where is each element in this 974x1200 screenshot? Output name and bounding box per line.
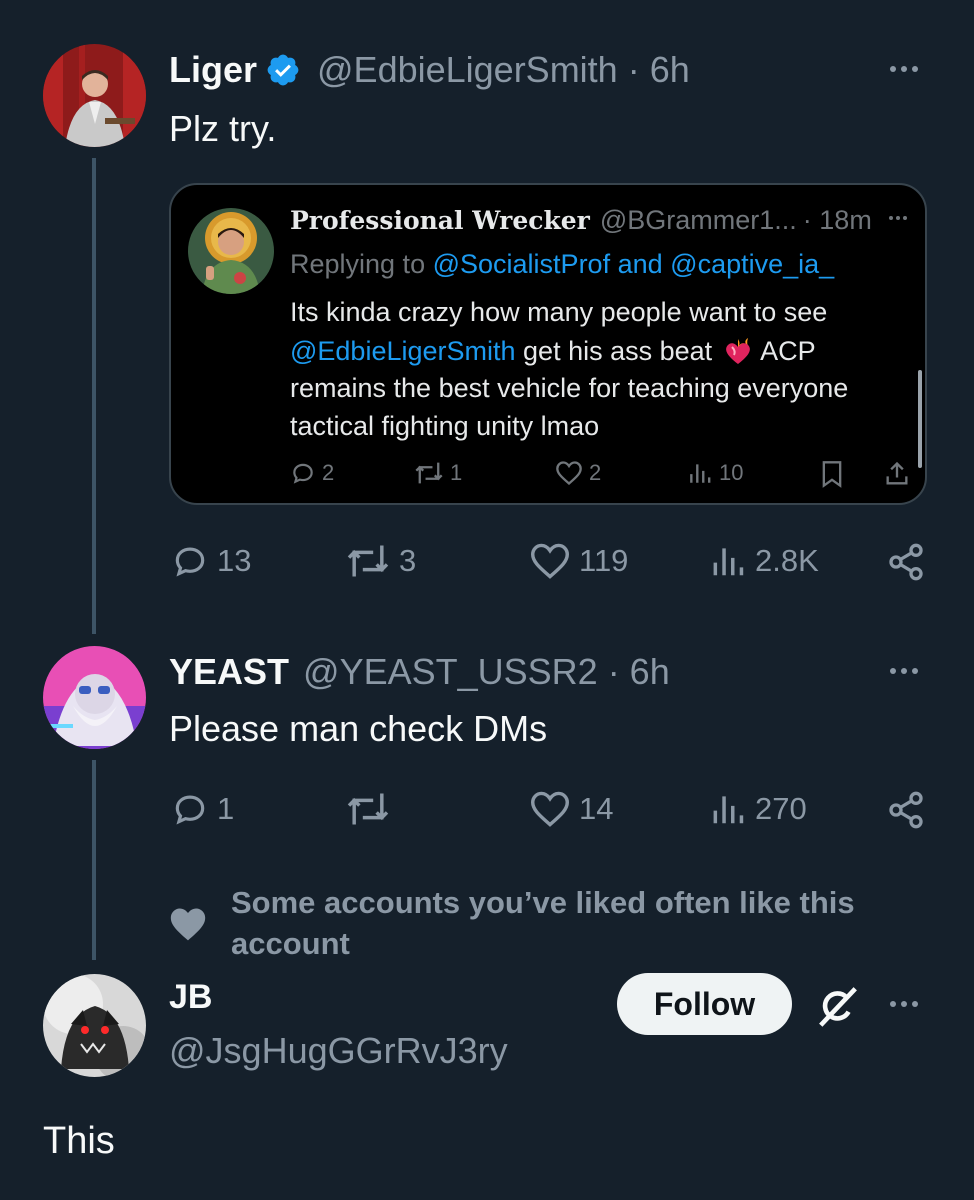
heart-icon	[530, 791, 570, 827]
tweet-text: Plz try.	[169, 108, 277, 149]
verified-badge-icon	[265, 52, 301, 88]
replying-to-and: and	[617, 249, 663, 279]
quote-timestamp[interactable]: · 18m	[803, 205, 872, 236]
reply-icon	[175, 795, 205, 825]
quote-bookmark-button[interactable]	[819, 460, 845, 488]
timestamp[interactable]: · 6h	[628, 49, 690, 91]
quote-text-line-3: remains the best vehicle for teaching ev…	[290, 373, 849, 403]
quote-like-button[interactable]: 2	[555, 460, 601, 486]
like-count: 119	[579, 543, 629, 578]
replying-to-link-1[interactable]: @SocialistProf	[433, 249, 610, 279]
replying-to-link-2[interactable]: @captive_ia_	[670, 249, 834, 279]
quoted-tweet-card[interactable]: Professional Wrecker @BGrammer1... · 18m…	[169, 183, 927, 505]
avatar-jb[interactable]	[43, 974, 146, 1077]
views-count: 270	[755, 791, 807, 826]
reply-icon	[175, 547, 205, 577]
views-icon	[690, 464, 711, 483]
social-context-text: Some accounts you’ve liked often like th…	[231, 882, 855, 964]
social-context-line-1: Some accounts you’ve liked often like th…	[231, 885, 855, 920]
reply-icon	[293, 463, 313, 484]
heart-icon	[530, 543, 570, 579]
share-button[interactable]	[886, 790, 926, 830]
share-icon	[886, 461, 908, 485]
quote-share-button[interactable]	[883, 460, 911, 488]
reply-button[interactable]: 1	[171, 790, 234, 828]
reply-count: 1	[217, 791, 235, 826]
more-options-icon[interactable]	[890, 668, 918, 674]
timestamp[interactable]: · 6h	[608, 651, 670, 693]
like-count: 14	[579, 791, 614, 826]
bookmark-icon	[822, 461, 842, 488]
quote-reply-button[interactable]: 2	[290, 460, 334, 486]
views-count: 2.8K	[755, 543, 819, 578]
quote-header: Professional Wrecker @BGrammer1... · 18m	[290, 205, 872, 236]
quote-reply-count: 2	[322, 460, 335, 485]
repost-button[interactable]	[345, 790, 391, 828]
handle[interactable]: @YEAST_USSR2	[303, 651, 598, 693]
repost-button[interactable]: 3	[345, 542, 416, 580]
quote-replying-to: Replying to @SocialistProf and @captive_…	[290, 249, 834, 280]
thread-line-2	[92, 760, 96, 960]
avatar-yeast[interactable]	[43, 646, 146, 749]
reply-count: 13	[217, 543, 252, 578]
social-context-heart-icon	[168, 906, 208, 947]
repost-icon	[347, 793, 389, 825]
quote-views-count: 10	[719, 460, 744, 485]
display-name[interactable]: Liger	[169, 49, 257, 91]
like-button[interactable]: 119	[529, 542, 628, 580]
thread-line-1	[92, 158, 96, 634]
social-context-line-2: account	[231, 926, 350, 961]
grok-icon[interactable]	[815, 983, 861, 1034]
replying-to-label: Replying to	[290, 249, 426, 279]
heart-icon	[556, 461, 582, 486]
share-icon	[889, 791, 923, 829]
quote-handle[interactable]: @BGrammer1...	[600, 205, 797, 236]
share-icon	[889, 543, 923, 581]
views-button[interactable]: 2.8K	[709, 542, 819, 580]
handle[interactable]: @EdbieLigerSmith	[317, 49, 618, 91]
quote-mention[interactable]: @EdbieLigerSmith	[290, 336, 516, 367]
display-name[interactable]: JB	[169, 978, 212, 1017]
repost-count: 3	[399, 543, 417, 578]
views-icon	[713, 796, 744, 824]
quote-text-segment: get his ass beat	[515, 335, 713, 366]
tweet-text: This	[43, 1120, 115, 1162]
more-options-icon[interactable]	[890, 1001, 918, 1007]
repost-icon	[415, 462, 443, 484]
repost-icon	[347, 545, 389, 577]
views-icon	[713, 548, 744, 576]
avatar-professional-wrecker[interactable]	[188, 208, 274, 294]
tweet-header: Liger @EdbieLigerSmith · 6h	[169, 48, 690, 92]
quote-repost-button[interactable]: 1	[414, 460, 462, 486]
quote-views-button[interactable]: 10	[687, 460, 743, 486]
quote-text-segment-2: ACP	[754, 335, 816, 366]
handle[interactable]: @JsgHugGGrRvJ3ry	[169, 1030, 508, 1072]
quote-more-options-icon[interactable]	[889, 216, 907, 220]
quote-text-line-2: @EdbieLigerSmith get his ass beat ACP	[290, 335, 816, 367]
more-options-icon[interactable]	[890, 66, 918, 72]
scrollbar[interactable]	[918, 370, 922, 468]
follow-button[interactable]: Follow	[617, 973, 792, 1035]
quote-text-line-1: Its kinda crazy how many people want to …	[290, 297, 828, 327]
views-button[interactable]: 270	[709, 790, 807, 828]
quote-display-name[interactable]: Professional Wrecker	[290, 206, 590, 235]
tweet-text: Please man check DMs	[169, 708, 548, 749]
reply-button[interactable]: 13	[171, 542, 251, 580]
quote-repost-count: 1	[450, 460, 463, 485]
avatar-liger[interactable]	[43, 44, 146, 147]
tweet-header: YEAST @YEAST_USSR2 · 6h	[169, 650, 670, 694]
like-button[interactable]: 14	[529, 790, 613, 828]
quote-text-line-4: tactical fighting unity lmao	[290, 411, 600, 441]
display-name[interactable]: YEAST	[169, 651, 289, 693]
share-button[interactable]	[886, 542, 926, 582]
flaming-heart-icon	[722, 335, 754, 367]
quote-like-count: 2	[589, 460, 602, 485]
